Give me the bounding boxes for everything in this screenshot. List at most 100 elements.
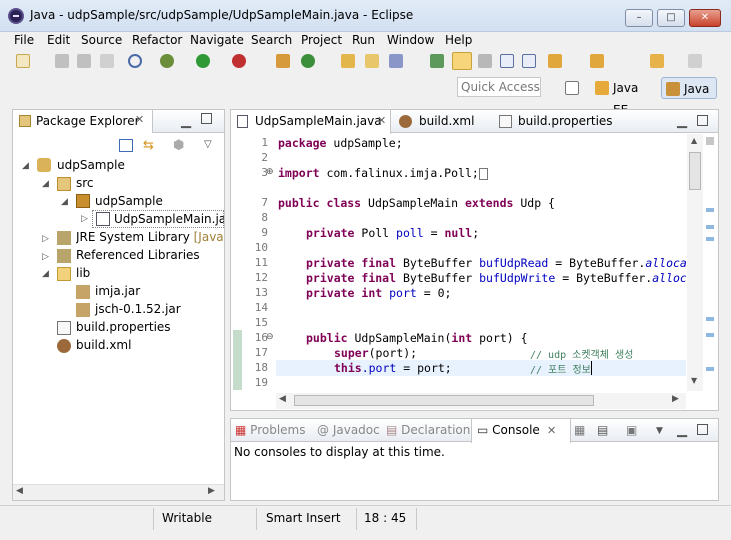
next-edit-icon[interactable] <box>548 54 562 68</box>
debug-icon[interactable] <box>160 54 174 68</box>
editor-tab-build-xml[interactable]: build.xml <box>399 110 489 134</box>
display-console-icon[interactable]: ▤ <box>597 423 608 437</box>
tab-console[interactable]: ▭ Console ✕ <box>471 419 571 443</box>
scroll-right-icon[interactable]: ▶ <box>672 394 679 404</box>
fold-collapse-icon[interactable]: ⊖ <box>266 332 274 342</box>
view-menu-icon[interactable]: ▽ <box>204 139 212 150</box>
tree-item-project[interactable]: udpSample <box>57 158 125 172</box>
scroll-left-icon[interactable]: ◀ <box>16 486 23 496</box>
scroll-thumb[interactable] <box>294 395 594 406</box>
tree-item-java-file[interactable]: UdpSampleMain.java <box>114 212 224 226</box>
open-resource-icon[interactable] <box>365 54 379 68</box>
status-insert-mode[interactable]: Smart Insert <box>266 511 341 525</box>
status-cursor-position[interactable]: 18 : 45 <box>364 511 406 525</box>
tree-item-jre[interactable]: JRE System Library [JavaSE- <box>76 230 224 244</box>
open-console-icon[interactable]: ▦ <box>574 423 585 437</box>
scroll-down-icon[interactable]: ▼ <box>691 376 697 385</box>
save-all-icon[interactable] <box>77 54 91 68</box>
new-package-icon[interactable] <box>276 54 290 68</box>
tree-item-referenced-libraries[interactable]: Referenced Libraries <box>76 248 200 262</box>
expand-arrow-icon[interactable]: ◢ <box>42 269 49 279</box>
tree-item-src[interactable]: src <box>76 176 94 190</box>
expand-arrow-icon[interactable]: ◢ <box>22 161 29 171</box>
external-tools-icon[interactable] <box>232 54 246 68</box>
tab-javadoc[interactable]: @ Javadoc <box>317 419 380 443</box>
menu-source[interactable]: Source <box>81 33 122 47</box>
menu-search[interactable]: Search <box>251 33 292 47</box>
collapse-arrow-icon[interactable]: ▷ <box>81 214 88 224</box>
new-icon[interactable] <box>16 54 30 68</box>
quick-access-input[interactable]: Quick Access <box>457 77 541 97</box>
package-explorer-tab[interactable]: Package Explorer ✕ <box>13 110 153 133</box>
mark-occurrences-icon[interactable] <box>452 52 472 70</box>
fold-expand-icon[interactable]: ⊕ <box>266 167 274 177</box>
collapse-all-icon[interactable] <box>119 139 133 152</box>
save-icon[interactable] <box>55 54 69 68</box>
last-edit-icon[interactable] <box>590 54 604 68</box>
menu-refactor[interactable]: Refactor <box>132 33 182 47</box>
tree-item-package[interactable]: udpSample <box>95 194 163 208</box>
perspective-java-ee[interactable]: Java EE <box>591 77 657 117</box>
editor-horizontal-scrollbar[interactable]: ◀ ▶ <box>276 393 686 409</box>
open-perspective-icon[interactable] <box>565 81 579 95</box>
menu-window[interactable]: Window <box>387 33 434 47</box>
menu-run[interactable]: Run <box>352 33 375 47</box>
maximize-view-icon[interactable] <box>697 424 708 435</box>
expand-arrow-icon[interactable]: ◢ <box>61 197 68 207</box>
tree-item-build-properties[interactable]: build.properties <box>76 320 171 334</box>
minimize-button[interactable]: – <box>625 9 653 27</box>
next-annotation-icon[interactable] <box>430 54 444 68</box>
menu-help[interactable]: Help <box>445 33 472 47</box>
tab-problems[interactable]: ▦ Problems <box>235 419 305 443</box>
tree-item-imja-jar[interactable]: imja.jar <box>95 284 140 298</box>
editor-vertical-scrollbar[interactable]: ▲ ▼ <box>687 134 703 391</box>
explorer-horizontal-scrollbar[interactable]: ◀ ▶ <box>13 484 224 500</box>
collapse-arrow-icon[interactable]: ▷ <box>42 252 49 262</box>
scroll-up-icon[interactable]: ▲ <box>691 136 697 145</box>
close-tab-icon[interactable]: ✕ <box>377 110 386 132</box>
pin-console-icon[interactable]: ▣ <box>626 423 637 437</box>
toggle-highlight-icon[interactable] <box>478 54 492 68</box>
menu-navigate[interactable]: Navigate <box>190 33 244 47</box>
line-number: 16 <box>254 331 268 344</box>
scroll-right-icon[interactable]: ▶ <box>208 486 215 496</box>
print-icon[interactable] <box>100 54 114 68</box>
close-button[interactable]: ✕ <box>689 9 721 27</box>
scroll-thumb[interactable] <box>689 152 701 190</box>
minimize-view-icon[interactable]: ▁ <box>181 114 191 129</box>
block-selection-icon[interactable] <box>500 54 514 68</box>
show-whitespace-icon[interactable] <box>522 54 536 68</box>
search-icon[interactable] <box>389 54 403 68</box>
link-with-editor-icon[interactable]: ⇆ <box>143 138 154 153</box>
maximize-editor-icon[interactable] <box>697 115 708 126</box>
minimize-editor-icon[interactable]: ▁ <box>677 114 687 129</box>
editor-tab-build-properties[interactable]: build.properties <box>499 110 619 134</box>
menu-edit[interactable]: Edit <box>47 33 70 47</box>
new-class-icon[interactable] <box>301 54 315 68</box>
minimize-view-icon[interactable]: ▁ <box>677 423 687 438</box>
skip-breakpoints-icon[interactable] <box>128 54 142 68</box>
open-type-icon[interactable] <box>341 54 355 68</box>
collapse-arrow-icon[interactable]: ▷ <box>42 234 49 244</box>
view-menu-icon[interactable]: ▼ <box>656 426 663 436</box>
folded-import-marker[interactable] <box>478 167 488 180</box>
back-icon[interactable] <box>650 54 664 68</box>
tree-item-jsch-jar[interactable]: jsch-0.1.52.jar <box>95 302 181 316</box>
tree-item-lib[interactable]: lib <box>76 266 90 280</box>
editor-tab-main[interactable]: UdpSampleMain.java ✕ <box>231 110 391 134</box>
run-icon[interactable] <box>196 54 210 68</box>
maximize-button[interactable]: □ <box>657 9 685 27</box>
scroll-left-icon[interactable]: ◀ <box>279 394 286 404</box>
close-tab-icon[interactable]: ✕ <box>547 419 556 442</box>
tree-item-build-xml[interactable]: build.xml <box>76 338 131 352</box>
expand-arrow-icon[interactable]: ◢ <box>42 179 49 189</box>
menu-project[interactable]: Project <box>301 33 342 47</box>
line-number: 8 <box>261 211 268 224</box>
tab-declaration[interactable]: ▤ Declaration <box>386 419 470 443</box>
filter-icon[interactable]: ⬢ <box>173 138 184 153</box>
menu-file[interactable]: File <box>14 33 34 47</box>
forward-icon[interactable] <box>688 54 702 68</box>
close-view-icon[interactable]: ✕ <box>135 113 144 126</box>
maximize-view-icon[interactable] <box>201 113 212 124</box>
perspective-java[interactable]: Java <box>661 77 717 99</box>
